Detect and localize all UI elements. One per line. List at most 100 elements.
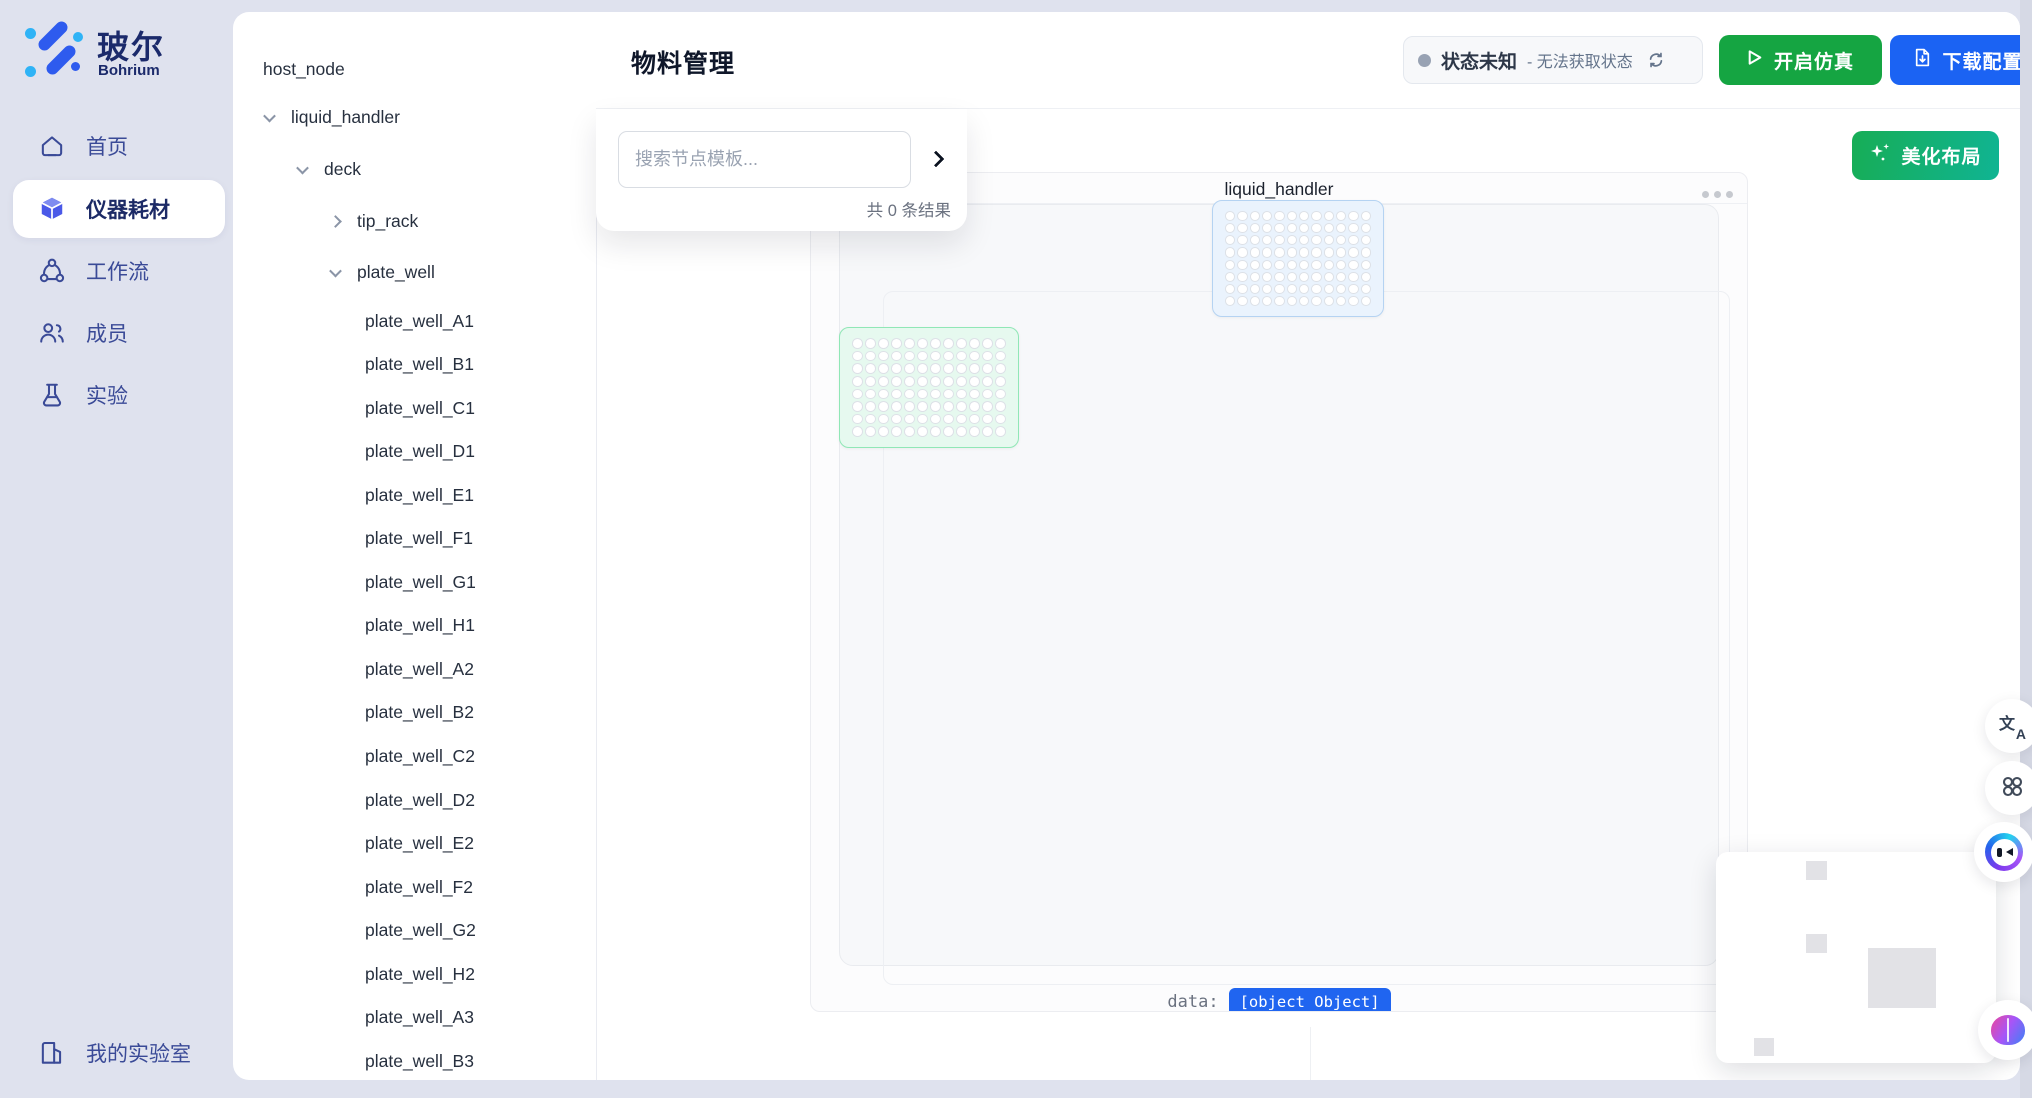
tree-item-plate_well_H2[interactable]: plate_well_H2 [365,961,475,987]
tree-item-plate_well_G2[interactable]: plate_well_G2 [365,918,476,944]
well [917,351,928,362]
brain-assistant-button[interactable] [1978,1000,2032,1060]
tree-item-plate_well_D2[interactable]: plate_well_D2 [365,787,475,813]
tree-item-plate_well_E1[interactable]: plate_well_E1 [365,482,474,508]
tree-item-plate_well_A3[interactable]: plate_well_A3 [365,1005,474,1031]
tree-item-plate_well_B2[interactable]: plate_well_B2 [365,700,474,726]
search-input[interactable] [618,131,911,188]
well [1311,296,1321,306]
sidebar-item-workflow[interactable]: 工作流 [13,242,225,300]
well [1311,211,1321,221]
minimap-node-rect [1868,948,1936,1008]
chevron-down-icon[interactable] [263,109,276,122]
chevron-right-icon[interactable] [329,215,342,228]
well [995,389,1006,400]
well [1287,284,1297,294]
sidebar-item-home[interactable]: 首页 [13,117,225,175]
well [1262,284,1272,294]
apps-button[interactable] [1985,761,2032,815]
tree-item-tip_rack[interactable]: tip_rack [331,208,418,234]
chevron-down-icon[interactable] [296,161,309,174]
translate-button[interactable]: 文A [1985,699,2032,753]
well [904,426,915,437]
users-icon [38,319,66,347]
sidebar-item-label: 首页 [86,131,128,161]
well [852,401,863,412]
flask-icon [38,381,66,409]
expand-panel-icon[interactable] [928,151,945,168]
tree-item-host_node[interactable]: host_node [263,56,345,82]
ellipsis-menu-icon[interactable] [1702,191,1733,198]
well-plate-green[interactable] [839,327,1019,448]
well [1237,260,1247,270]
tree-item-plate_well[interactable]: plate_well [331,259,435,285]
liquid-handler-group-node[interactable] [839,204,1719,966]
well [1250,260,1260,270]
tree-item-plate_well_G1[interactable]: plate_well_G1 [365,569,476,595]
tree-item-plate_well_F1[interactable]: plate_well_F1 [365,526,473,552]
well [1299,272,1309,282]
well [943,426,954,437]
download-config-button[interactable]: 下载配置 [1890,35,2020,85]
tree-item-liquid_handler[interactable]: liquid_handler [265,104,400,130]
beautify-layout-button[interactable]: 美化布局 [1852,131,1999,180]
sidebar-item-instruments[interactable]: 仪器耗材 [13,180,225,238]
sidebar-item-experiments[interactable]: 实验 [13,366,225,424]
tree-item-label: plate_well_C2 [365,746,475,767]
well [1311,284,1321,294]
page-scrollbar[interactable] [2020,0,2032,1098]
well [995,401,1006,412]
home-icon [38,132,66,160]
sidebar-item-my-lab[interactable]: 我的实验室 [13,1024,225,1082]
canvas[interactable]: liquid_handler data: [object Object] [810,172,1748,1012]
well-plate-blue[interactable] [1212,200,1384,317]
tree-item-plate_well_H1[interactable]: plate_well_H1 [365,613,475,639]
tree-item-label: plate_well_B1 [365,354,474,375]
well [1361,260,1371,270]
well [1336,235,1346,245]
minimap[interactable] [1716,852,1996,1063]
well [1250,211,1260,221]
well [943,351,954,362]
well [1361,211,1371,221]
start-simulation-button[interactable]: 开启仿真 [1719,35,1882,85]
well [995,426,1006,437]
tree-item-plate_well_C1[interactable]: plate_well_C1 [365,395,475,421]
well [995,338,1006,349]
tree-item-plate_well_A1[interactable]: plate_well_A1 [365,308,474,334]
tree-item-label: plate_well_F2 [365,877,473,898]
well [1237,247,1247,257]
tree-item-label: plate_well_G2 [365,920,476,941]
refresh-icon[interactable] [1647,51,1665,69]
tree-item-deck[interactable]: deck [298,156,361,182]
well [1299,235,1309,245]
sidebar-item-label: 仪器耗材 [86,194,170,224]
well [1287,235,1297,245]
well [852,426,863,437]
brain-icon [1991,1015,2025,1045]
well [1262,223,1272,233]
chevron-down-icon[interactable] [329,264,342,277]
tree-item-plate_well_B3[interactable]: plate_well_B3 [365,1048,474,1074]
tree-item-plate_well_B1[interactable]: plate_well_B1 [365,352,474,378]
tree-item-plate_well_F2[interactable]: plate_well_F2 [365,874,473,900]
well [1225,247,1235,257]
well [891,426,902,437]
well [1361,272,1371,282]
well [982,363,993,374]
well [1324,260,1334,270]
well [1361,284,1371,294]
tree-item-plate_well_C2[interactable]: plate_well_C2 [365,744,475,770]
tree-item-label: plate_well_G1 [365,572,476,593]
well [1299,223,1309,233]
well [956,351,967,362]
tree-item-plate_well_D1[interactable]: plate_well_D1 [365,439,475,465]
tree-item-plate_well_E2[interactable]: plate_well_E2 [365,831,474,857]
sidebar-item-members[interactable]: 成员 [13,304,225,362]
ai-assistant-button[interactable] [1974,822,2032,882]
well [1274,272,1284,282]
well [1287,272,1297,282]
download-config-label: 下载配置 [1942,47,2020,74]
tree-item-plate_well_A2[interactable]: plate_well_A2 [365,656,474,682]
well [1287,247,1297,257]
